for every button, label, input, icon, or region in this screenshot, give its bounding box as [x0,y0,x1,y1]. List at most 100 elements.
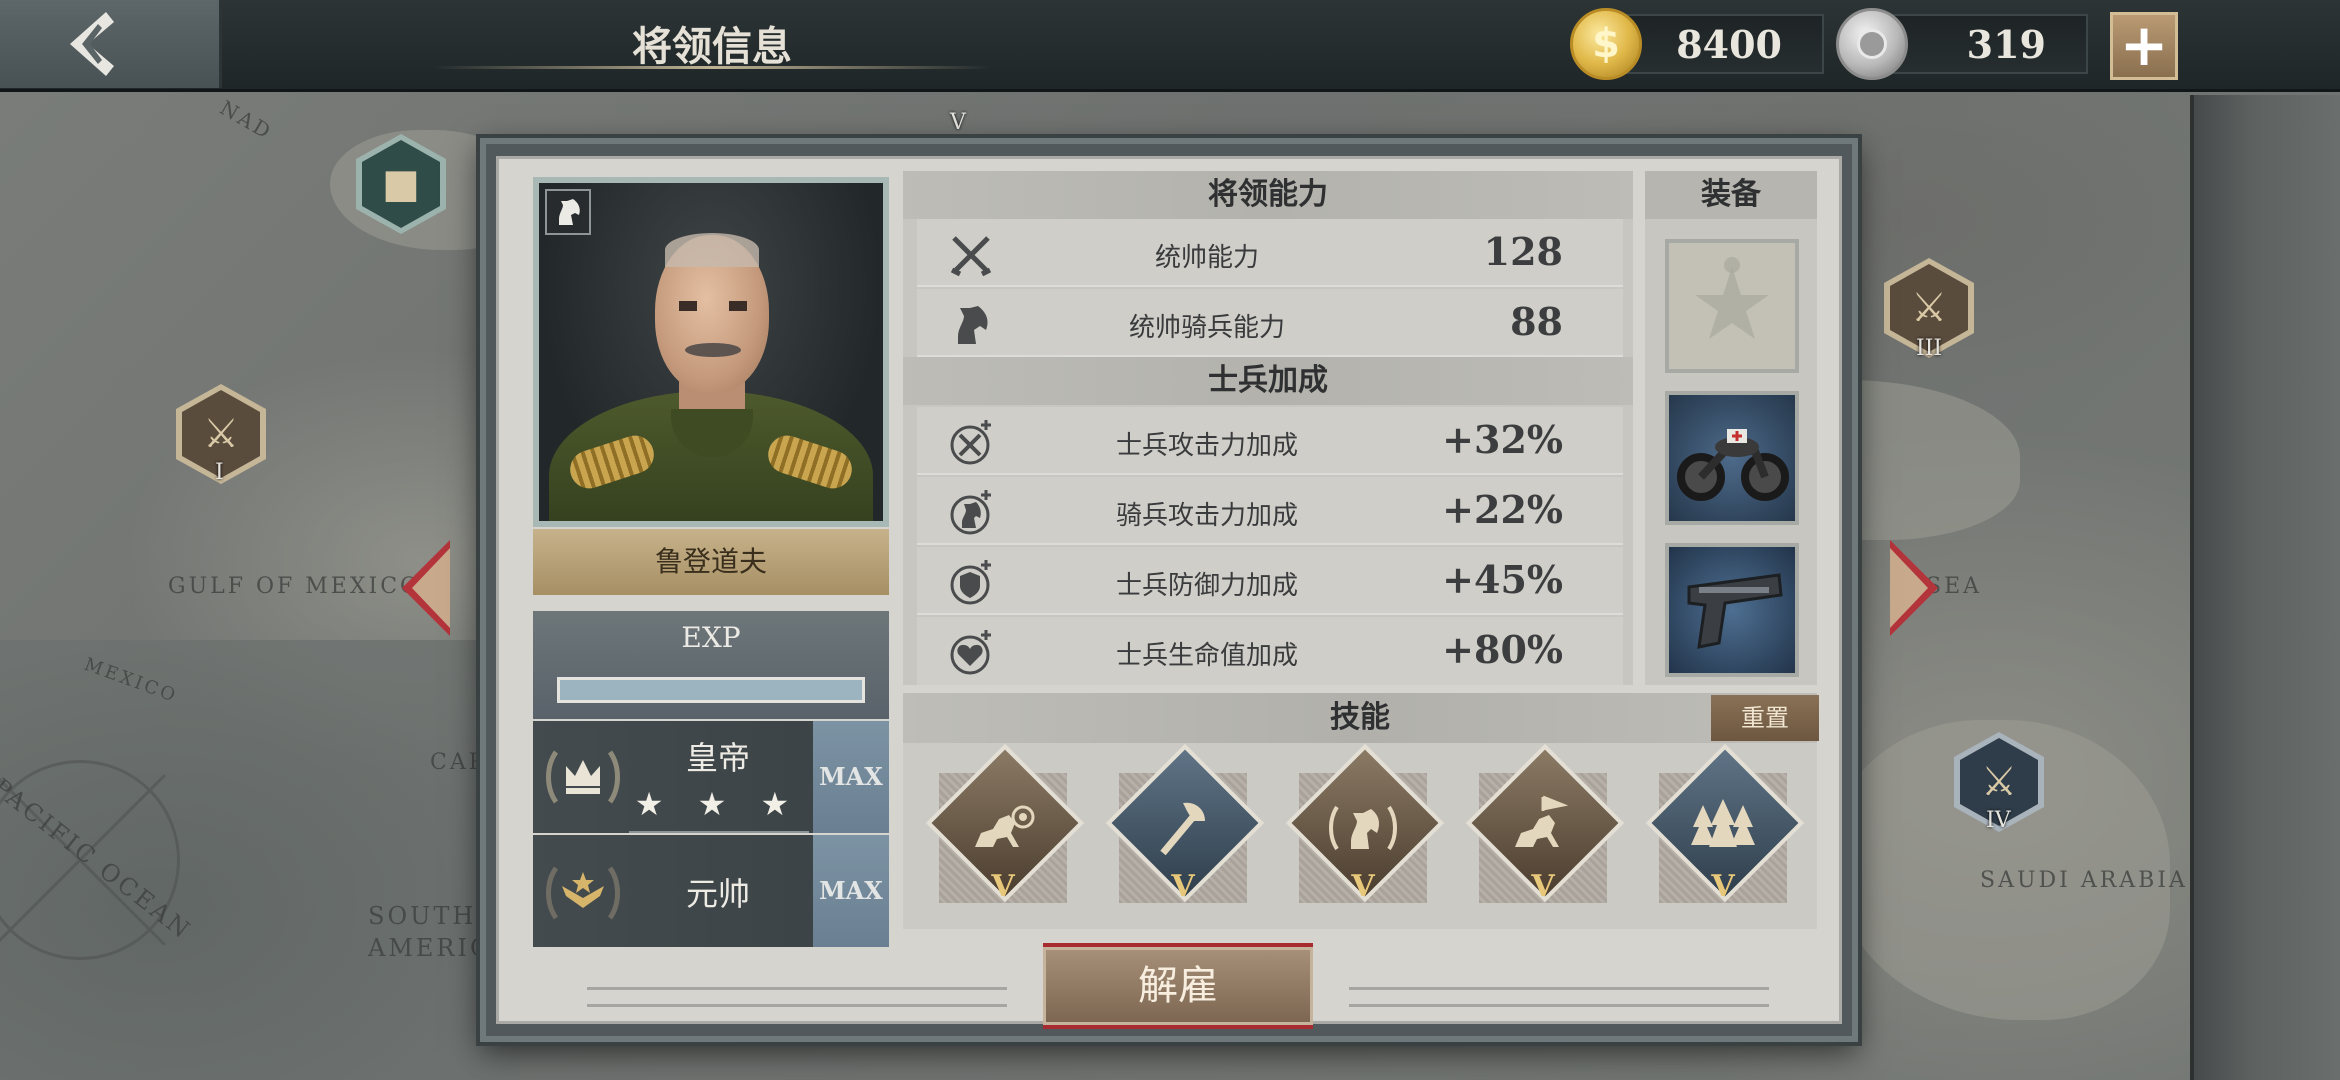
skill-slot-1[interactable]: V [919,743,1087,929]
decorative-line [1349,987,1769,1007]
stat-row-cavalry-command: 统帅骑兵能力 88 [917,289,1623,357]
stat-label: 统帅骑兵能力 [1128,313,1285,343]
node-label-III: III [1916,336,1943,361]
stat-value: 128 [1483,229,1563,274]
dismiss-general-button[interactable]: 解雇 [1043,943,1313,1029]
skill-slot-4[interactable]: V [1459,743,1627,929]
add-currency-button[interactable]: + [2110,12,2178,80]
general-portrait [539,183,883,521]
reset-skills-button[interactable]: 重置 [1711,695,1819,741]
axe-icon [1143,787,1223,867]
medal-amount: 319 [1966,22,2046,67]
crossed-swords-icon: ⚔ [1981,759,2017,805]
medal-icon [1695,257,1769,339]
map-label: NAD [215,95,278,145]
page-title: 将领信息 [632,23,792,70]
map-label: SOUTH AMERICA [368,902,512,962]
stat-value: +80% [1442,627,1563,672]
crossed-swords-icon [945,229,997,281]
gold-coin-icon: $ [1570,8,1642,80]
skill-slot-5[interactable]: V [1639,743,1807,929]
dialog-body: 鲁登道夫 EXP 皇帝 ★ ★ ★ MAX 元帅 MAX 将领能力 统帅能力 1… [496,156,1842,1029]
stat-row-cavalry-attack: 骑兵攻击力加成 +22% [917,477,1623,545]
portrait-frame [533,177,889,527]
prev-general-arrow-icon[interactable] [402,540,450,636]
stat-value: +22% [1442,487,1563,532]
forest-icon [1683,787,1763,867]
book-icon: ■ [382,161,420,207]
rank-stars: ★ ★ ★ [634,785,802,823]
side-panel-edge [2190,95,2340,1080]
skill-slot-2[interactable]: V [1099,743,1267,929]
rank-title-max: MAX [813,721,889,833]
abilities-header: 将领能力 [903,171,1633,219]
pistol-icon [1687,573,1783,649]
motorcycle-icon [1677,429,1789,501]
stat-row-soldier-hp: 士兵生命值加成 +80% [917,617,1623,685]
equipment-column [1645,219,1817,685]
exp-progress-fill [560,680,862,700]
back-button[interactable] [0,0,222,88]
bonuses-header: 士兵加成 [903,357,1633,405]
horse-laurel-icon [1323,787,1403,867]
knight-icon [545,189,591,235]
crossed-swords-icon: ⚔ [1911,285,1947,331]
rank-row-title: 皇帝 ★ ★ ★ MAX [533,721,889,833]
skills-panel: V V V V V [903,743,1817,929]
stat-value: +45% [1442,557,1563,602]
title-underline [432,66,992,69]
rank-military-max: MAX [813,835,889,947]
general-name: 鲁登道夫 [533,529,889,595]
node-label-IV: IV [1986,808,2011,833]
exp-label: EXP [681,621,741,654]
equipment-slot-pistol[interactable] [1665,543,1799,677]
medal-counter: 319 [1884,14,2088,74]
cavalry-charge-icon [963,787,1043,867]
stat-label: 统帅能力 [1154,243,1259,273]
stat-label: 士兵攻击力加成 [1115,431,1298,461]
top-bar: 将领信息 8400 $ 319 + [0,0,2340,92]
skill-tier: V [1531,869,1555,904]
map-label: GULF OF MEXICO [168,574,422,599]
marshal-insignia-icon [537,843,629,939]
heart-plus-icon [945,627,997,679]
skill-tier: V [1711,869,1735,904]
rank-military-name: 元帅 [685,875,750,913]
medal-coin-icon [1836,8,1908,80]
node-label-V: V [950,110,966,135]
gold-amount: 8400 [1676,22,1782,67]
crown-laurel-icon [537,729,629,825]
back-arrow-icon [69,12,114,76]
knight-plus-icon [945,487,997,539]
crossed-swords-icon: ⚔ [203,411,239,457]
skill-tier: V [1171,869,1195,904]
knight-icon [945,299,997,351]
equipment-slot-medal[interactable] [1665,239,1799,373]
map-label: SAUDI ARABIA [1980,868,2188,893]
equipment-slot-motorcycle[interactable] [1665,391,1799,525]
stat-label: 士兵生命值加成 [1115,641,1298,671]
skill-tier: V [991,869,1015,904]
sword-plus-icon [945,417,997,469]
stat-label: 士兵防御力加成 [1115,571,1298,601]
shield-plus-icon [945,557,997,609]
stat-row-command: 统帅能力 128 [917,219,1623,287]
rank-title-name: 皇帝 [685,739,750,777]
gold-counter: 8400 [1620,14,1824,74]
skill-slot-3[interactable]: V [1279,743,1447,929]
node-label-I: I [215,460,224,485]
skill-tier: V [1351,869,1375,904]
stat-value: +32% [1442,417,1563,462]
next-general-arrow-icon[interactable] [1890,540,1938,636]
stat-row-soldier-attack: 士兵攻击力加成 +32% [917,407,1623,475]
stats-panel: 将领能力 统帅能力 128 统帅骑兵能力 88 士兵加成 士兵攻击力加成 +32… [903,171,1633,685]
exp-box: EXP [533,611,889,719]
stat-value: 88 [1510,299,1563,344]
exp-progress-bar [557,677,865,703]
stat-label: 骑兵攻击力加成 [1115,501,1298,531]
general-info-dialog: 鲁登道夫 EXP 皇帝 ★ ★ ★ MAX 元帅 MAX 将领能力 统帅能力 1… [480,138,1858,1042]
decorative-line [587,987,1007,1007]
equipment-header: 装备 [1645,171,1817,219]
cavalry-charge-icon [1503,787,1583,867]
rank-row-military: 元帅 MAX [533,835,889,947]
